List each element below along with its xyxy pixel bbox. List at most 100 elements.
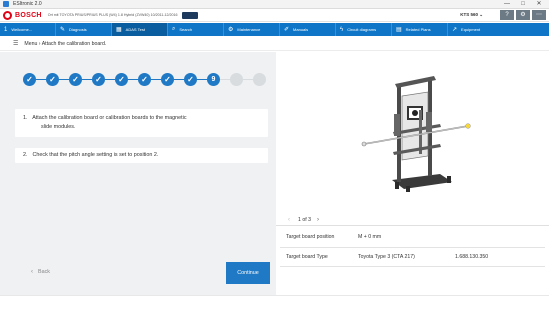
step-complete: ✓ <box>92 73 105 86</box>
tab-label: Manuals <box>293 27 309 32</box>
page-count: 1 of 3 <box>298 216 311 223</box>
illustration-panel: ‹ 1 of 3 › Target board position M + 0 m… <box>276 52 549 295</box>
table-row: Target board Type Toyota Type 3 (CTA 217… <box>280 247 545 266</box>
tab-diagnosis[interactable]: ✎ Diagnosis <box>56 23 112 36</box>
device-selector[interactable]: KTS 560 ⌄ <box>460 12 483 18</box>
tab-label: Equipment <box>461 27 481 32</box>
bottom-area <box>0 295 549 331</box>
diagnosis-icon: ✎ <box>60 27 66 33</box>
step-connector <box>243 78 253 81</box>
more-icon[interactable]: ⋯ <box>532 10 546 20</box>
row-label: Target board position <box>286 234 335 241</box>
step-connector <box>105 78 115 81</box>
step-connector <box>128 78 138 81</box>
tab-label: Search <box>179 27 193 32</box>
back-button[interactable]: ‹ Back <box>31 269 50 275</box>
chevron-left-icon[interactable]: ‹ <box>288 217 290 223</box>
window-title: ESItronic 2.0 <box>13 1 42 7</box>
instruction-number: 1. <box>23 115 28 121</box>
table-row: Target board position M + 0 mm <box>280 228 545 247</box>
row-extra <box>449 228 545 247</box>
external-link-icon: ↗ <box>452 27 458 33</box>
target-board-table: Target board position M + 0 mm Target bo… <box>280 228 545 267</box>
window-controls: — □ ✕ <box>499 0 547 9</box>
row-label: Target board Type <box>286 253 328 260</box>
app-icon <box>3 1 9 7</box>
vehicle-info: Ort mit TOYOTA PRIUS/PRIUS PLUS (W4) 1.8… <box>47 13 178 17</box>
row-value: M + 0 mm <box>358 234 382 241</box>
tab-circuit-diagrams[interactable]: ϟ Circuit diagrams <box>336 23 392 36</box>
step-connector <box>151 78 161 81</box>
breadcrumb: ☰ Menu › Attach the calibration board. <box>0 37 549 51</box>
continue-button[interactable]: Continue <box>226 262 270 284</box>
tab-adas-test[interactable]: ▦ ADAS Test <box>112 23 168 36</box>
welcome-icon: 1 <box>4 26 8 33</box>
tab-label: Related Plans <box>405 27 431 32</box>
gear-icon: ⚙ <box>228 27 234 33</box>
tab-label: Diagnosis <box>69 27 87 32</box>
step-complete: ✓ <box>23 73 36 86</box>
window-titlebar: ESItronic 2.0 — □ ✕ <box>0 0 549 9</box>
step-connector <box>197 78 207 81</box>
step-connector <box>59 78 69 81</box>
close-button[interactable]: ✕ <box>531 0 547 9</box>
step-complete: ✓ <box>184 73 197 86</box>
instruction-item: 2. Check that the pitch angle setting is… <box>15 148 268 163</box>
instruction-item: 1. Attach the calibration board or calib… <box>15 109 268 137</box>
header-icon-group: ? ⚙ ⋯ <box>500 10 546 20</box>
step-complete: ✓ <box>161 73 174 86</box>
vehicle-select-button[interactable] <box>181 11 198 19</box>
breadcrumb-text: Menu › Attach the calibration board. <box>24 40 107 47</box>
step-complete: ✓ <box>69 73 82 86</box>
calibration-stand-image <box>276 52 549 210</box>
tab-label: ADAS Test <box>125 27 145 32</box>
brand-name: BOSCH <box>15 11 42 19</box>
instruction-panel: ✓ ✓ ✓ ✓ ✓ ✓ ✓ ✓ 9 1. Attach the calibrat… <box>0 52 276 295</box>
maximize-button[interactable]: □ <box>515 0 531 9</box>
chevron-right-icon[interactable]: › <box>317 217 319 223</box>
step-progress: ✓ ✓ ✓ ✓ ✓ ✓ ✓ ✓ 9 <box>23 73 266 86</box>
menu-icon[interactable]: ☰ <box>13 40 18 47</box>
minimize-button[interactable]: — <box>499 0 515 9</box>
row-value: Toyota Type 3 (CTA 217) <box>358 253 415 260</box>
step-pending <box>230 73 243 86</box>
calibration-stand-illustration <box>361 76 471 192</box>
step-connector <box>220 78 230 81</box>
instruction-text: Check that the pitch angle setting is se… <box>32 152 159 158</box>
tab-maintenance[interactable]: ⚙ Maintenance <box>224 23 280 36</box>
tab-label: Maintenance <box>237 27 261 32</box>
adas-icon: ▦ <box>116 27 122 33</box>
tab-search[interactable]: ⌕ Search <box>168 23 224 36</box>
main-navigation: 1 Wellcome... ✎ Diagnosis ▦ ADAS Test ⌕ Sear… <box>0 23 549 36</box>
tab-label: Circuit diagrams <box>347 27 377 32</box>
tab-equipment[interactable]: ↗ Equipment <box>448 23 549 36</box>
tab-welcome[interactable]: 1 Wellcome... <box>0 23 56 36</box>
step-pending <box>253 73 266 86</box>
instruction-text: Attach the calibration board or calibrat… <box>32 115 187 121</box>
chevron-left-icon: ‹ <box>31 269 33 275</box>
settings-icon[interactable]: ⚙ <box>516 10 530 20</box>
instruction-number: 2. <box>23 152 28 158</box>
step-complete: ✓ <box>46 73 59 86</box>
tab-manuals[interactable]: ✐ Manuals <box>280 23 336 36</box>
step-connector <box>82 78 92 81</box>
bosch-logo-icon <box>3 10 12 20</box>
lightning-icon: ϟ <box>340 26 344 33</box>
tab-related-plans[interactable]: ▤ Related Plans <box>392 23 448 36</box>
document-icon: ▤ <box>396 27 402 33</box>
instruction-text-continued: slide modules. <box>41 124 76 130</box>
back-label: Back <box>38 269 50 275</box>
step-connector <box>174 78 184 81</box>
help-icon[interactable]: ? <box>500 10 514 20</box>
step-complete: ✓ <box>138 73 151 86</box>
step-current: 9 <box>207 73 220 86</box>
tab-label: Wellcome... <box>11 27 33 32</box>
manual-icon: ✐ <box>284 27 290 33</box>
step-complete: ✓ <box>115 73 128 86</box>
row-extra: 1.688.130.350 <box>455 253 489 260</box>
continue-label: Continue <box>237 270 259 276</box>
app-header: BOSCH Ort mit TOYOTA PRIUS/PRIUS PLUS (W… <box>0 9 549 22</box>
step-connector <box>36 78 46 81</box>
search-icon: ⌕ <box>172 26 176 32</box>
image-pager: ‹ 1 of 3 › <box>276 214 549 226</box>
